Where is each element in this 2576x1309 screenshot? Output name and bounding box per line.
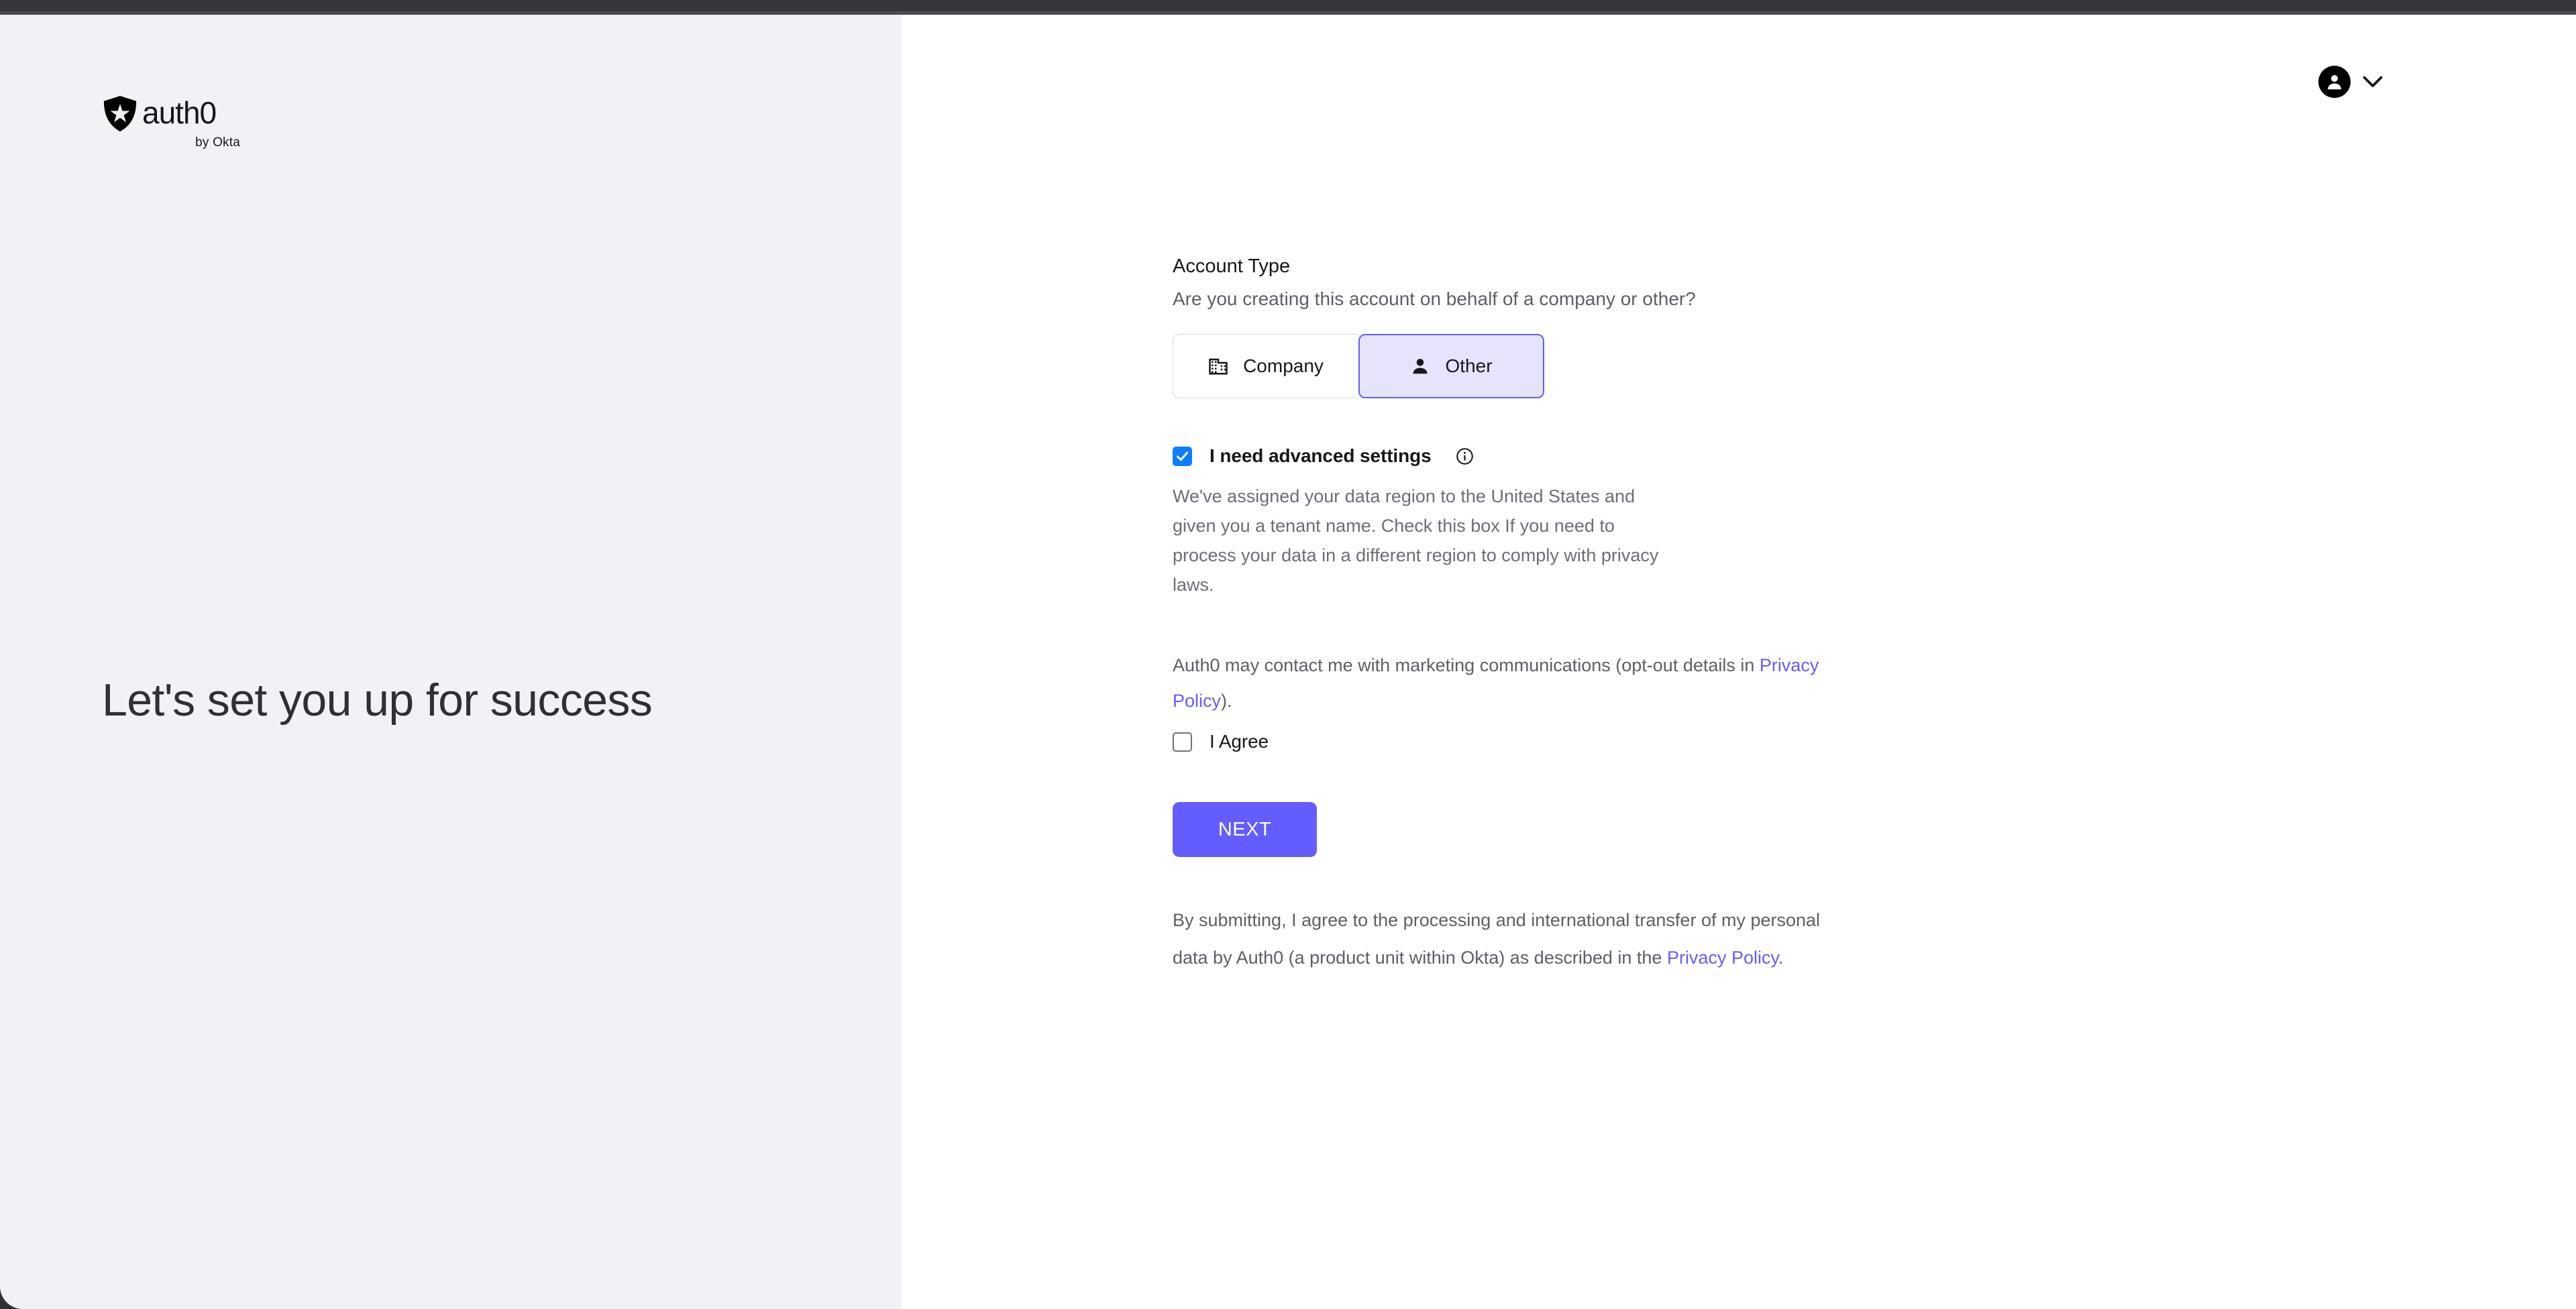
account-type-option-other-label: Other (1445, 355, 1493, 377)
advanced-settings-label: I need advanced settings (1210, 445, 1432, 467)
page-title: Let's set you up for success (102, 674, 653, 726)
agree-checkbox-row[interactable]: I Agree (1173, 731, 1911, 752)
account-type-option-company[interactable]: Company (1173, 334, 1358, 399)
advanced-settings-helper-text: We've assigned your data region to the U… (1173, 486, 1659, 595)
auth0-wordmark: auth0 (142, 97, 243, 131)
account-type-option-company-label: Company (1243, 355, 1324, 377)
marketing-text-after: ). (1221, 691, 1232, 712)
legal-text-after: . (1778, 948, 1784, 968)
chevron-down-icon[interactable] (2363, 76, 2383, 89)
content-area: Account Type Are you creating this accou… (902, 15, 2576, 1309)
svg-text:auth0: auth0 (142, 97, 216, 130)
legal-privacy-policy-link[interactable]: Privacy Policy (1667, 948, 1778, 968)
account-type-option-other[interactable]: Other (1358, 334, 1544, 399)
brand-byline: by Okta (195, 135, 240, 150)
auth0-logo: auth0 by Okta (102, 95, 243, 150)
brand-mark-row: auth0 (102, 95, 243, 133)
account-type-label: Account Type (1173, 255, 1291, 277)
auth0-shield-icon (102, 95, 138, 133)
agree-label: I Agree (1210, 731, 1269, 752)
info-circle-icon[interactable] (1456, 447, 1474, 465)
account-menu-button[interactable] (2318, 66, 2383, 98)
person-icon (1410, 356, 1430, 376)
next-button[interactable]: NEXT (1173, 802, 1317, 858)
signup-form: Account Type Are you creating this accou… (1173, 255, 1911, 976)
signup-page: auth0 by Okta Let's set you up for succe… (0, 15, 2576, 1309)
advanced-settings-checkbox[interactable] (1173, 446, 1192, 466)
hero-panel: auth0 by Okta Let's set you up for succe… (0, 15, 902, 1309)
legal-disclaimer-text: By submitting, I agree to the processing… (1173, 901, 1843, 976)
account-type-question: Are you creating this account on behalf … (1173, 288, 1696, 309)
browser-chrome-bar (0, 0, 2576, 11)
building-icon (1208, 356, 1228, 376)
account-type-segmented-control: Company Other (1173, 334, 1544, 399)
marketing-consent-text: Auth0 may contact me with marketing comm… (1173, 648, 1857, 719)
user-avatar-icon (2318, 66, 2351, 98)
marketing-text-before: Auth0 may contact me with marketing comm… (1173, 655, 1760, 676)
browser-viewport: auth0 by Okta Let's set you up for succe… (0, 0, 2576, 1309)
agree-checkbox[interactable] (1173, 732, 1192, 752)
advanced-settings-checkbox-row[interactable]: I need advanced settings (1173, 445, 1911, 467)
